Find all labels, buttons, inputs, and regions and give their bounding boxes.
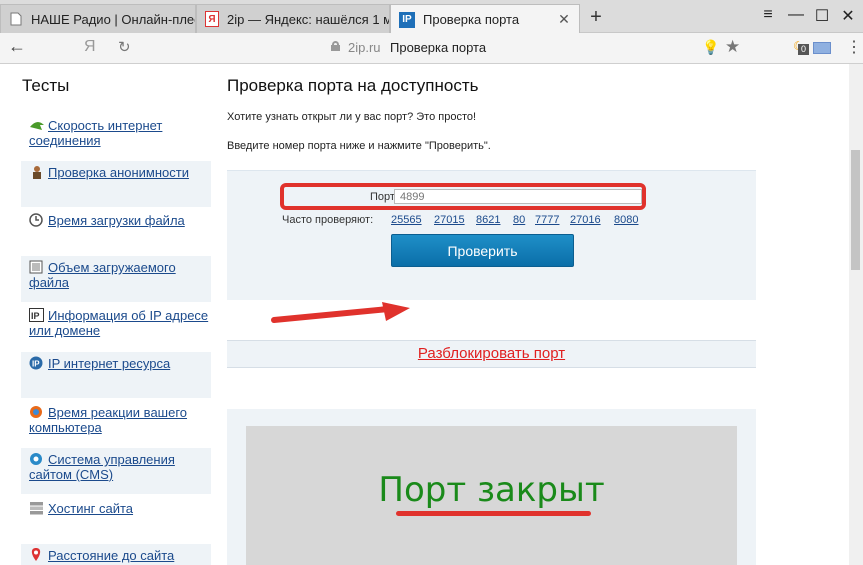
port-highlight-box: Порт: [280, 183, 646, 210]
tab-yandex[interactable]: Я 2ip — Яндекс: нашёлся 1 млн [196, 4, 390, 33]
intro-text: Хотите узнать открыт ли у вас порт? Это … [227, 111, 477, 123]
tab-label: НАШЕ Радио | Онлайн-плеер [31, 11, 195, 27]
unblock-port-link[interactable]: Разблокировать порт [418, 345, 565, 362]
often-port-link[interactable]: 27015 [434, 214, 465, 226]
sidebar-item-label[interactable]: Время реакции вашего компьютера [29, 405, 187, 435]
document-icon [9, 11, 23, 27]
address-bar: ← Я ↻ 2ip.ru Проверка порта 💡 ★ ☾ 0 ⋮ [0, 33, 863, 64]
page-content: Тесты Скорость интернет соединения Прове… [0, 64, 849, 565]
often-port-link[interactable]: 27016 [570, 214, 601, 226]
lock-icon [331, 41, 340, 51]
sidebar-item-speed[interactable]: Скорость интернет соединения [21, 114, 211, 160]
result-underline [396, 511, 591, 516]
scrollbar-thumb[interactable] [851, 150, 860, 270]
unblock-bar: Разблокировать порт [227, 340, 756, 368]
sidebar-item-cms[interactable]: Система управления сайтом (CMS) [21, 448, 211, 494]
result-panel: Порт закрыт [227, 409, 756, 565]
sidebar-item-label[interactable]: Расстояние до сайта [48, 548, 174, 563]
sidebar-item-anonymity[interactable]: Проверка анонимности [21, 161, 211, 207]
file-size-icon [29, 260, 45, 274]
sidebar-item-ip-info[interactable]: IP Информация об IP адресе или домене [21, 304, 211, 350]
map-pin-icon [29, 548, 45, 562]
sidebar-item-label[interactable]: Проверка анонимности [48, 165, 189, 180]
result-box: Порт закрыт [246, 426, 737, 565]
sidebar-item-file-size[interactable]: Объем загружаемого файла [21, 256, 211, 302]
ip-icon: IP [399, 11, 415, 28]
tab-label: 2ip — Яндекс: нашёлся 1 млн [227, 11, 389, 27]
sidebar-item-label[interactable]: Объем загружаемого файла [29, 260, 176, 290]
sidebar-item-label[interactable]: Хостинг сайта [48, 501, 133, 516]
minimize-icon[interactable]: — [786, 6, 806, 24]
address-title[interactable]: Проверка порта [390, 40, 486, 55]
port-input[interactable] [394, 189, 642, 204]
clock-icon [29, 213, 45, 227]
address-domain[interactable]: 2ip.ru [348, 40, 381, 55]
often-port-link[interactable]: 8621 [476, 214, 500, 226]
anonymity-icon [29, 165, 45, 179]
sidebar-item-label[interactable]: Время загрузки файла [48, 213, 185, 228]
page-title: Проверка порта на доступность [227, 76, 479, 95]
extension-icon[interactable]: ☾ 0 [793, 39, 809, 55]
close-window-icon[interactable]: ✕ [838, 6, 858, 26]
extension-count: 0 [798, 44, 809, 55]
sidebar-item-download-time[interactable]: Время загрузки файла [21, 209, 211, 255]
tab-port-check[interactable]: IP Проверка порта ✕ [390, 4, 580, 34]
sidebar-item-hosting[interactable]: Хостинг сайта [21, 497, 211, 543]
reaction-icon [29, 405, 45, 419]
browser-menu-icon[interactable]: ≡ [758, 6, 778, 24]
port-check-form: Порт: Часто проверяют: 25565 27015 8621 … [227, 170, 756, 300]
close-tab-icon[interactable]: ✕ [555, 11, 573, 28]
sidebar-item-ip-resource[interactable]: IP IP интернет ресурса [21, 352, 211, 398]
new-tab-button[interactable]: + [586, 6, 606, 29]
bookmark-star-icon[interactable]: ★ [725, 37, 740, 57]
often-checked-label: Часто проверяют: [282, 214, 374, 226]
yandex-icon: Я [205, 11, 219, 27]
svg-text:IP: IP [32, 360, 40, 369]
mail-icon[interactable] [813, 42, 831, 54]
sidebar-item-label[interactable]: Система управления сайтом (CMS) [29, 452, 175, 482]
maximize-icon[interactable]: ☐ [812, 6, 832, 26]
often-port-link[interactable]: 8080 [614, 214, 638, 226]
ip-resource-icon: IP [29, 356, 45, 370]
often-port-link[interactable]: 80 [513, 214, 525, 226]
sidebar-item-label[interactable]: Информация об IP адресе или домене [29, 308, 208, 338]
ip-info-icon: IP [29, 308, 45, 322]
hosting-icon [29, 501, 45, 515]
sidebar-item-distance[interactable]: Расстояние до сайта [21, 544, 211, 565]
tab-bar: НАШЕ Радио | Онлайн-плеер Я 2ip — Яндекс… [0, 0, 863, 34]
lightbulb-icon[interactable]: 💡 [702, 39, 719, 56]
vertical-scrollbar[interactable] [849, 64, 863, 565]
back-arrow-icon[interactable]: ← [8, 36, 26, 57]
often-port-link[interactable]: 7777 [535, 214, 559, 226]
reload-icon[interactable]: ↻ [118, 38, 131, 56]
yandex-logo[interactable]: Я [84, 38, 96, 56]
annotation-arrow [271, 302, 410, 323]
speed-icon [29, 118, 45, 132]
sidebar-item-reaction[interactable]: Время реакции вашего компьютера [21, 401, 211, 447]
sidebar-title: Тесты [22, 76, 70, 95]
more-menu-icon[interactable]: ⋮ [846, 37, 862, 57]
sidebar-item-label[interactable]: Скорость интернет соединения [29, 118, 162, 148]
tab-label: Проверка порта [423, 12, 520, 27]
check-button[interactable]: Проверить [391, 234, 574, 267]
instruction-text: Введите номер порта ниже и нажмите "Пров… [227, 140, 491, 152]
sidebar-item-label[interactable]: IP интернет ресурса [48, 356, 170, 371]
tab-nashe-radio[interactable]: НАШЕ Радио | Онлайн-плеер [0, 4, 196, 33]
often-port-link[interactable]: 25565 [391, 214, 422, 226]
cms-icon [29, 452, 45, 466]
svg-text:IP: IP [31, 311, 40, 321]
result-status: Порт закрыт [378, 470, 605, 510]
